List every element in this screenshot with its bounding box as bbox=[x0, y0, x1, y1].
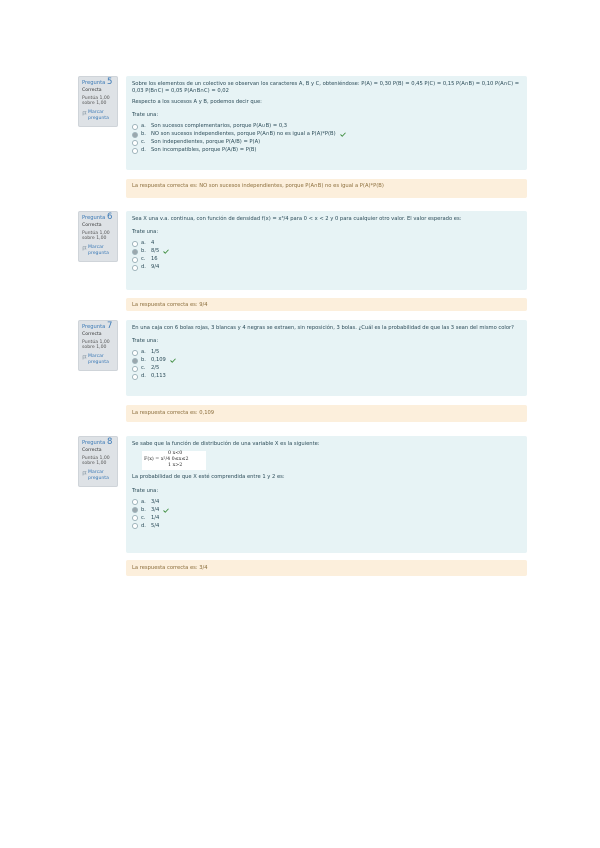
radio-button[interactable] bbox=[132, 256, 138, 263]
question-state: Correcta bbox=[82, 222, 102, 228]
check-icon bbox=[339, 132, 346, 138]
question-state: Correcta bbox=[82, 87, 102, 93]
flag-icon bbox=[82, 471, 87, 476]
flag-question-button[interactable]: Marcar pregunta bbox=[82, 110, 114, 122]
question-text: Sea X una v.a. continua, con función de … bbox=[132, 216, 462, 222]
radio-button[interactable] bbox=[132, 523, 138, 530]
flag-icon bbox=[82, 246, 87, 251]
question-content-8: Se sabe que la función de distribución d… bbox=[126, 436, 527, 553]
question-subtext: Respecto a los sucesos A y B, podemos de… bbox=[132, 98, 262, 105]
answer-option[interactable]: b. NO son sucesos independientes, porque … bbox=[132, 131, 521, 139]
radio-button-selected[interactable] bbox=[132, 507, 138, 514]
radio-button[interactable] bbox=[132, 499, 138, 506]
check-icon bbox=[163, 249, 170, 255]
answer-option[interactable]: d. Son incompatibles, porque P(A/B) = P(B… bbox=[132, 147, 521, 155]
answer-prompt: Trate una: bbox=[132, 229, 159, 236]
distribution-formula-image: 0 x<0 F(x) = x²/4 0≤x≤2 1 x>2 bbox=[142, 451, 206, 471]
radio-button[interactable] bbox=[132, 373, 138, 380]
question-grade: Puntúa 1,00 sobre 1,00 bbox=[82, 230, 110, 242]
question-number: Pregunta 7 bbox=[82, 321, 113, 331]
radio-button[interactable] bbox=[132, 365, 138, 372]
answer-option[interactable]: b. 8/5 bbox=[132, 248, 521, 256]
answer-prompt: Trate una: bbox=[132, 487, 159, 494]
question-subtext: La probabilidad de que X esté comprendid… bbox=[132, 474, 285, 481]
question-info-6: Pregunta 6 Correcta Puntúa 1,00 sobre 1,… bbox=[78, 211, 118, 262]
question-state: Correcta bbox=[82, 331, 102, 337]
radio-button[interactable] bbox=[132, 240, 138, 247]
answer-option[interactable]: d. 5/4 bbox=[132, 522, 521, 530]
question-info-8: Pregunta 8 Correcta Puntúa 1,00 sobre 1,… bbox=[78, 436, 118, 487]
answer-option[interactable]: a. 1/5 bbox=[132, 349, 521, 357]
answer-option[interactable]: d. 0,113 bbox=[132, 373, 521, 381]
question-info-5: Pregunta 5 Correcta Puntúa 1,00 sobre 1,… bbox=[78, 76, 118, 127]
flag-question-button[interactable]: Marcar pregunta bbox=[82, 354, 114, 366]
question-content-6: Sea X una v.a. continua, con función de … bbox=[126, 211, 527, 290]
flag-question-button[interactable]: Marcar pregunta bbox=[82, 470, 114, 482]
radio-button[interactable] bbox=[132, 349, 138, 356]
question-number: Pregunta 6 bbox=[82, 212, 113, 222]
radio-button-selected[interactable] bbox=[132, 357, 138, 364]
question-text: Sobre los elementos de un colectivo se o… bbox=[132, 81, 520, 95]
answer-prompt: Trate una: bbox=[132, 338, 159, 345]
radio-button[interactable] bbox=[132, 123, 138, 130]
question-state: Correcta bbox=[82, 447, 102, 453]
question-number: Pregunta 5 bbox=[82, 77, 113, 87]
answer-option[interactable]: b. 0,109 bbox=[132, 357, 521, 365]
question-grade: Puntúa 1,00 sobre 1,00 bbox=[82, 339, 110, 351]
radio-button-selected[interactable] bbox=[132, 131, 138, 138]
question-content-7: En una caja con 6 bolas rojas, 3 blancas… bbox=[126, 320, 527, 396]
answer-option[interactable]: b. 3/4 bbox=[132, 506, 521, 514]
question-number: Pregunta 8 bbox=[82, 437, 113, 447]
answer-option[interactable]: c. Son independientes, porque P(A/B) = P(… bbox=[132, 139, 521, 147]
flag-icon bbox=[82, 355, 87, 360]
check-icon bbox=[163, 508, 170, 513]
question-text: En una caja con 6 bolas rojas, 3 blancas… bbox=[132, 325, 514, 331]
answer-option[interactable]: c. 16 bbox=[132, 256, 521, 264]
feedback-7: La respuesta correcta es: 0,109 bbox=[126, 405, 527, 422]
answer-option[interactable]: c. 2/5 bbox=[132, 365, 521, 373]
answer-option[interactable]: c. 1/4 bbox=[132, 514, 521, 522]
feedback-6: La respuesta correcta es: 9/4 bbox=[126, 298, 527, 311]
feedback-8: La respuesta correcta es: 3/4 bbox=[126, 560, 527, 576]
answer-option[interactable]: a. 4 bbox=[132, 240, 521, 248]
flag-question-button[interactable]: Marcar pregunta bbox=[82, 245, 114, 257]
radio-button[interactable] bbox=[132, 515, 138, 522]
radio-button[interactable] bbox=[132, 147, 138, 154]
answer-option[interactable]: a. 3/4 bbox=[132, 498, 521, 506]
check-icon bbox=[170, 358, 176, 364]
radio-button[interactable] bbox=[132, 139, 138, 146]
answer-prompt: Trate una: bbox=[132, 112, 159, 119]
radio-button[interactable] bbox=[132, 264, 138, 271]
question-grade: Puntúa 1,00 sobre 1,00 bbox=[82, 455, 110, 467]
question-text: Se sabe que la función de distribución d… bbox=[132, 441, 320, 447]
answer-option[interactable]: d. 9/4 bbox=[132, 264, 521, 272]
radio-button-selected[interactable] bbox=[132, 248, 138, 255]
question-content-5: Sobre los elementos de un colectivo se o… bbox=[126, 76, 527, 170]
feedback-5: La respuesta correcta es: NO son sucesos… bbox=[126, 179, 527, 198]
question-grade: Puntúa 1,00 sobre 1,00 bbox=[82, 95, 110, 107]
flag-icon bbox=[82, 111, 87, 116]
question-info-7: Pregunta 7 Correcta Puntúa 1,00 sobre 1,… bbox=[78, 320, 118, 371]
answer-option[interactable]: a. Son sucesos complementarios, porque P(… bbox=[132, 123, 521, 131]
